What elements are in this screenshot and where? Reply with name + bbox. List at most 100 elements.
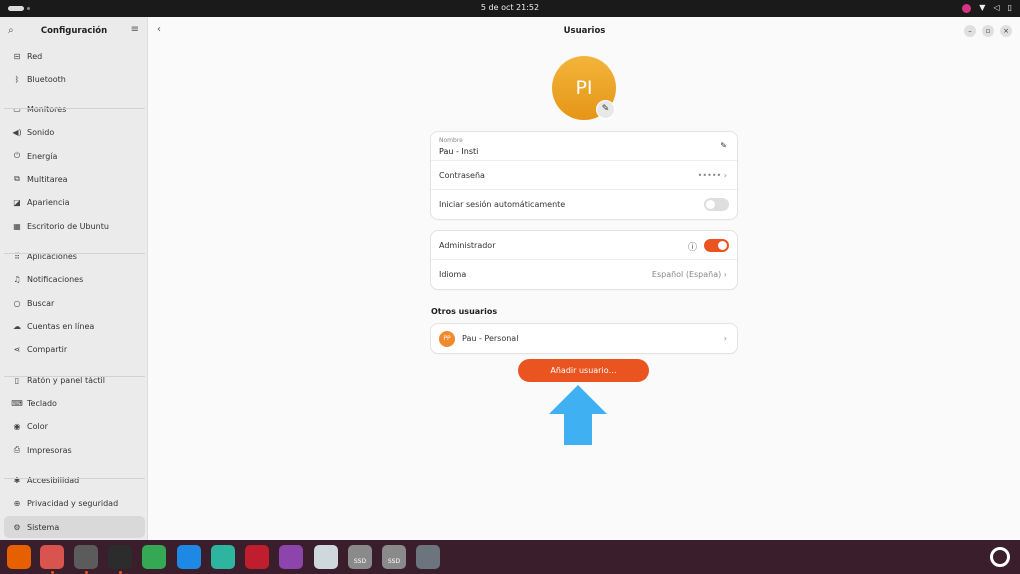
- sidebar-item-label: Privacidad y seguridad: [27, 498, 119, 508]
- sidebar-item-label: Buscar: [27, 298, 55, 308]
- sidebar-item-label: Bluetooth: [27, 74, 66, 84]
- sidebar-item-6[interactable]: ◪ Apariencia: [4, 191, 145, 213]
- sidebar-item-label: Sistema: [27, 522, 60, 532]
- language-label: Idioma: [439, 270, 467, 279]
- sidebar-item-9[interactable]: ♫ Notificaciones: [4, 268, 145, 290]
- power-icon: ⏻: [13, 151, 21, 160]
- sidebar-header: ⌕ Configuración ≡: [0, 17, 147, 45]
- keyboard-icon: ⌨: [11, 398, 23, 408]
- sidebar-item-label: Color: [27, 421, 48, 431]
- share-icon: ⋖: [13, 344, 21, 354]
- autologin-row: Iniciar sesión automáticamente: [431, 190, 737, 219]
- color-icon: ◉: [13, 421, 21, 431]
- system-tray[interactable]: ▼ ◁ ▯: [962, 3, 1012, 13]
- clock[interactable]: 5 de oct 21:52: [0, 3, 1020, 12]
- sidebar-item-10[interactable]: ○ Buscar: [4, 292, 145, 314]
- firefox-dev-icon[interactable]: [279, 545, 303, 569]
- close-button[interactable]: ×: [1000, 25, 1012, 37]
- sidebar-item-label: Apariencia: [27, 197, 70, 207]
- minimize-button[interactable]: –: [964, 25, 976, 37]
- vscode-icon[interactable]: [177, 545, 201, 569]
- sidebar-separator: [4, 253, 145, 254]
- list-item[interactable]: PP Pau - Personal ›: [431, 324, 737, 353]
- sidebar-item-label: Impresoras: [27, 445, 72, 455]
- sidebar-item-16[interactable]: ⎙ Impresoras: [4, 439, 145, 461]
- sidebar-item-label: Accesibilidad: [27, 475, 80, 485]
- sidebar-separator: [4, 478, 145, 479]
- edit-avatar-icon[interactable]: ✎: [596, 100, 615, 119]
- sidebar-item-7[interactable]: ▦ Escritorio de Ubuntu: [4, 215, 145, 237]
- sidebar-item-1[interactable]: ᛒ Bluetooth: [4, 68, 145, 90]
- wifi-icon: ▼: [979, 3, 986, 12]
- sidebar-separator: [4, 108, 145, 109]
- drive-icon[interactable]: SSD: [382, 545, 406, 569]
- account-card: Nombre Pau - Insti ✎ Contraseña ••••• › …: [431, 132, 737, 219]
- chevron-right-icon: ›: [723, 270, 727, 279]
- sidebar-item-label: Cuentas en línea: [27, 321, 95, 331]
- monitor-icon: ▭: [13, 104, 21, 114]
- filezilla-icon[interactable]: [245, 545, 269, 569]
- show-apps-icon[interactable]: [990, 547, 1010, 567]
- chrome-icon[interactable]: [142, 545, 166, 569]
- settings-icon[interactable]: [74, 545, 98, 569]
- language-value: Español (España): [651, 270, 722, 279]
- sidebar-item-5[interactable]: ⧉ Multitarea: [4, 168, 145, 190]
- settings-sidebar: ⌕ Configuración ≡ ⊟ Red ᛒ Bluetooth ▭ Monitor…: [0, 17, 148, 540]
- autologin-toggle[interactable]: [704, 198, 729, 211]
- sidebar-item-17[interactable]: ✱ Accesibilidad: [4, 469, 145, 491]
- sidebar-item-19[interactable]: ⚙ Sistema: [4, 516, 145, 538]
- sidebar-item-label: Escritorio de Ubuntu: [27, 221, 109, 231]
- bluetooth-icon: ᛒ: [14, 74, 20, 84]
- password-value: •••••: [697, 171, 722, 180]
- hamburger-menu-icon[interactable]: ≡: [131, 24, 139, 35]
- speaker-icon: ◀): [12, 127, 22, 137]
- admin-toggle[interactable]: [704, 239, 729, 252]
- maximize-button[interactable]: ▫: [982, 25, 994, 37]
- main-header: ‹ Usuarios – ▫ ×: [149, 17, 1020, 45]
- name-row[interactable]: Nombre Pau - Insti ✎: [431, 132, 737, 161]
- battery-icon: ▯: [1007, 3, 1012, 12]
- other-users-card: PP Pau - Personal ›: [431, 324, 737, 353]
- sidebar-item-15[interactable]: ◉ Color: [4, 415, 145, 437]
- trash-icon[interactable]: [416, 545, 440, 569]
- sidebar-item-label: Energía: [27, 151, 58, 161]
- appearance-icon: ◪: [13, 197, 21, 207]
- language-row[interactable]: Idioma Español (España) ›: [431, 260, 737, 289]
- arrow-up-icon: [549, 385, 607, 445]
- autologin-label: Iniciar sesión automáticamente: [439, 200, 566, 209]
- password-label: Contraseña: [439, 171, 485, 180]
- multitask-icon: ⧉: [14, 174, 20, 183]
- name-value: Pau - Insti: [439, 147, 479, 156]
- image-viewer-icon[interactable]: [314, 545, 338, 569]
- cloud-icon: ☁: [13, 321, 21, 331]
- edit-name-icon[interactable]: ✎: [720, 141, 727, 150]
- terminal-icon[interactable]: [108, 545, 132, 569]
- codeblocks-icon[interactable]: [211, 545, 235, 569]
- sidebar-item-label: Multitarea: [27, 174, 68, 184]
- firefox-icon[interactable]: [7, 545, 31, 569]
- sidebar-item-8[interactable]: ⠿ Aplicaciones: [4, 245, 145, 267]
- sidebar-item-14[interactable]: ⌨ Teclado: [4, 392, 145, 414]
- sidebar-title: Configuración: [40, 26, 108, 36]
- sidebar-item-label: Compartir: [27, 344, 68, 354]
- admin-row: Administrador ⓘ: [431, 231, 737, 260]
- sidebar-item-13[interactable]: ▯ Ratón y panel táctil: [4, 369, 145, 391]
- recording-indicator-icon: [962, 3, 972, 13]
- info-icon[interactable]: ⓘ: [688, 240, 697, 253]
- sidebar-item-0[interactable]: ⊟ Red: [4, 45, 145, 67]
- password-row[interactable]: Contraseña ••••• ›: [431, 161, 737, 190]
- drive-icon[interactable]: SSD: [348, 545, 372, 569]
- files-icon[interactable]: [40, 545, 64, 569]
- sidebar-item-4[interactable]: ⏻ Energía: [4, 145, 145, 167]
- sidebar-item-label: Teclado: [27, 398, 57, 408]
- sidebar-item-2[interactable]: ▭ Monitores: [4, 98, 145, 120]
- sidebar-item-label: Notificaciones: [27, 274, 84, 284]
- sidebar-item-18[interactable]: ⊕ Privacidad y seguridad: [4, 492, 145, 514]
- add-user-button[interactable]: Añadir usuario…: [518, 359, 649, 382]
- sidebar-separator: [4, 376, 145, 377]
- lock-icon: ⊕: [13, 498, 21, 508]
- accessibility-icon: ✱: [13, 475, 21, 485]
- sidebar-item-11[interactable]: ☁ Cuentas en línea: [4, 315, 145, 337]
- sidebar-item-12[interactable]: ⋖ Compartir: [4, 338, 145, 360]
- sidebar-item-3[interactable]: ◀) Sonido: [4, 121, 145, 143]
